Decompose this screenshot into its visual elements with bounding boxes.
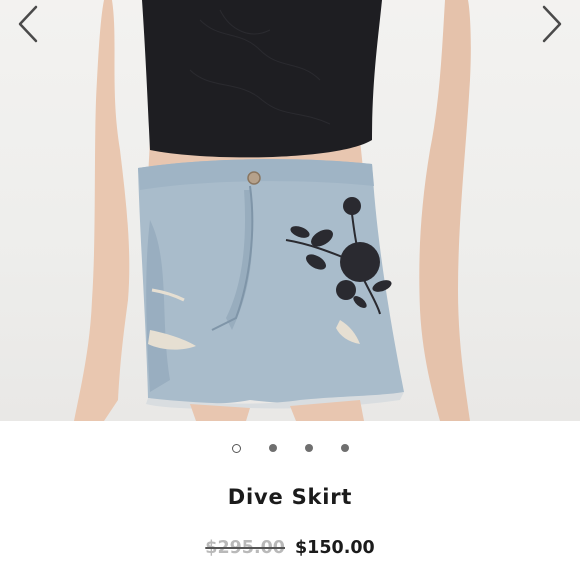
sale-price: $150.00 xyxy=(295,538,375,558)
chevron-right-icon xyxy=(542,5,562,43)
chevron-left-icon xyxy=(18,5,38,43)
next-image-button[interactable] xyxy=(532,2,572,46)
pagination-dot-3[interactable] xyxy=(304,444,313,452)
image-pagination xyxy=(0,440,580,456)
skirt-photo xyxy=(74,0,471,421)
previous-image-button[interactable] xyxy=(8,2,48,46)
pagination-dot-2[interactable] xyxy=(268,444,277,452)
pagination-dot-1[interactable] xyxy=(231,443,241,453)
pagination-dot-4[interactable] xyxy=(340,444,349,452)
product-title: Dive Skirt xyxy=(227,485,353,509)
original-price: $295.00 xyxy=(205,538,285,558)
product-image[interactable] xyxy=(0,0,580,421)
price-row: $295.00 $150.00 xyxy=(0,538,580,558)
